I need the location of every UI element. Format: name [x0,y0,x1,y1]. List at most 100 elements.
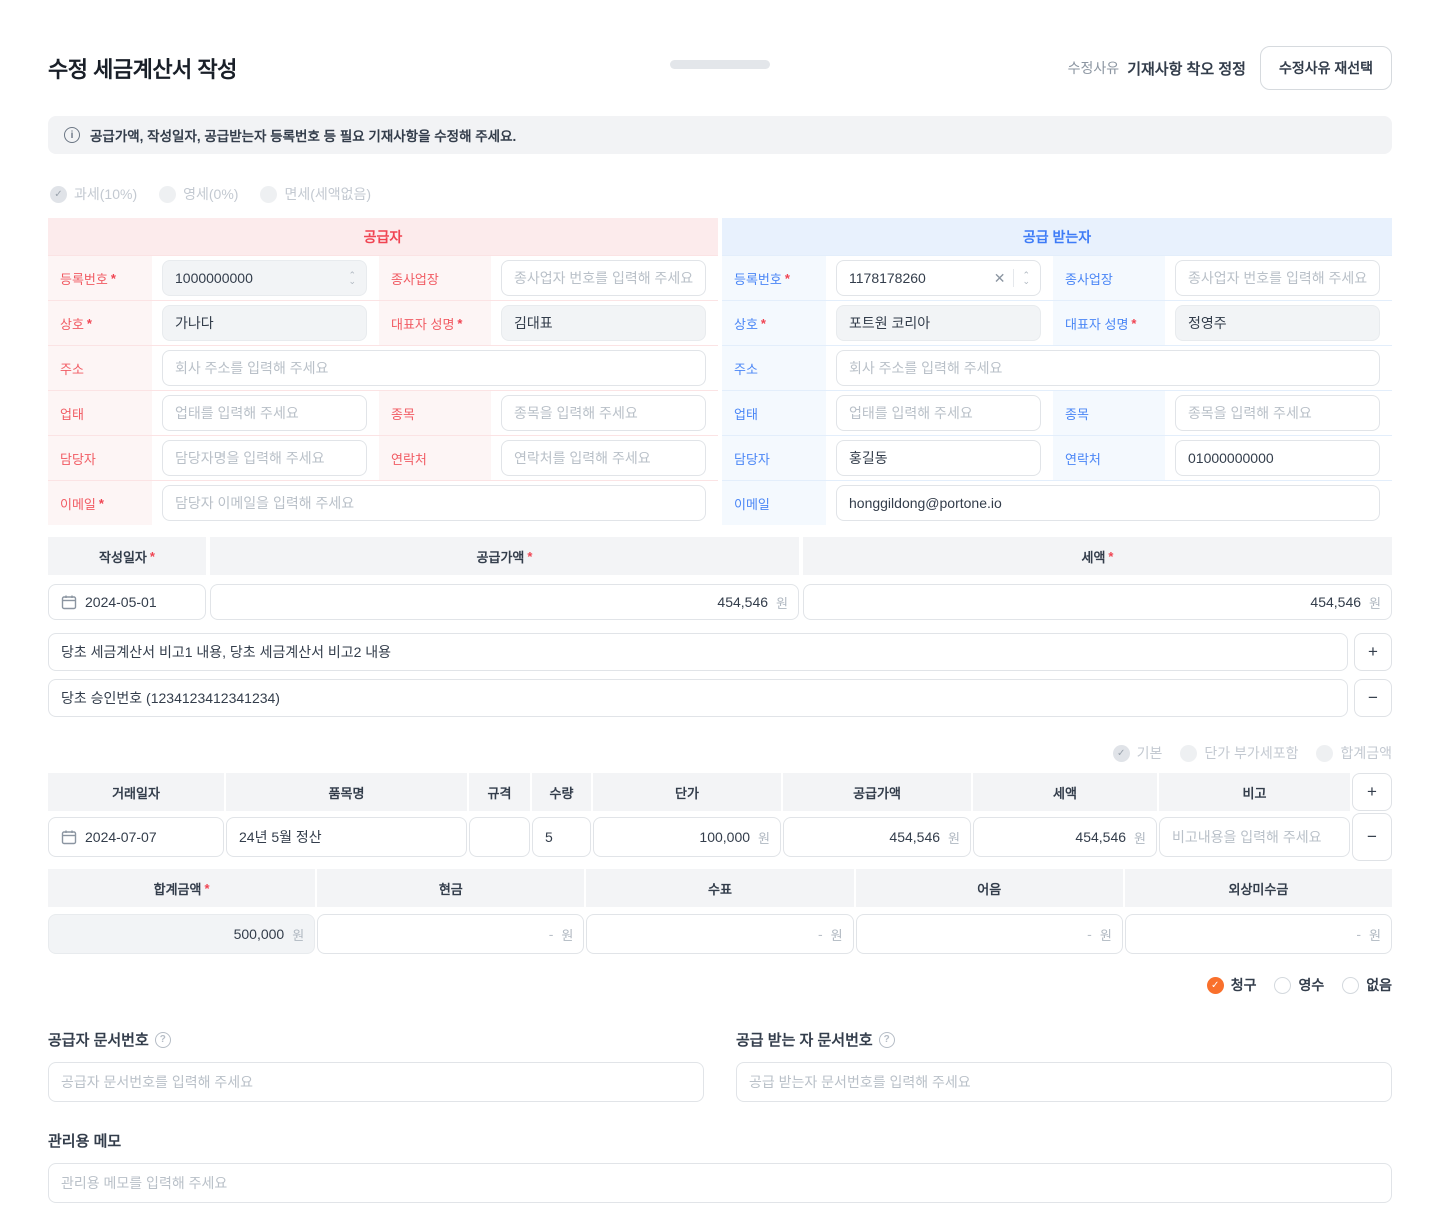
radio-unit-price-vat-included[interactable]: 단가 부가세포함 [1180,743,1298,763]
document-number-section: 공급자 문서번호 ? 공급 받는 자 문서번호 ? [48,1029,1392,1102]
item-date-picker[interactable]: 2024-07-07 [48,817,224,857]
item-unit-price-header: 단가 [593,773,781,811]
recipient-manager-input[interactable] [836,440,1041,476]
supplier-email-input[interactable] [162,485,706,521]
unit-mode-radio-group: ✓ 기본 단가 부가세포함 합계금액 [48,743,1392,763]
radio-unchecked-icon [159,186,176,203]
recipient-doc-number-input[interactable] [736,1062,1392,1102]
supplier-row-biztype: 업태 종목 [48,390,718,435]
recipient-ceo-input[interactable] [1175,305,1380,341]
won-suffix: 원 [292,925,304,944]
radio-checked-icon: ✓ [1113,745,1130,762]
supplier-panel-title: 공급자 [48,218,718,255]
item-spec-input[interactable] [469,817,530,857]
radio-label: 청구 [1231,975,1257,995]
calendar-icon [61,594,77,610]
recipient-row-biztype: 업태 종목 [722,390,1392,435]
required-mark: * [204,881,209,896]
add-remark-button[interactable]: + [1354,633,1392,671]
credit-input[interactable]: - 원 [1125,914,1392,954]
reselect-reason-button[interactable]: 수정사유 재선택 [1260,46,1392,90]
supplier-doc-number-input[interactable] [48,1062,704,1102]
drag-handle[interactable] [670,60,770,69]
supplier-phone-input[interactable] [501,440,706,476]
recipient-doc-label: 공급 받는 자 문서번호 ? [736,1029,1392,1050]
item-qty-input[interactable] [532,817,591,857]
radio-zero-rate[interactable]: 영세(0%) [159,184,238,204]
radio-invoice-claim[interactable]: ✓ 청구 [1207,975,1257,995]
radio-label: 단가 부가세포함 [1204,743,1298,763]
remark-input-1[interactable] [48,633,1348,671]
recipient-name-label: 상호* [722,301,826,345]
supplier-name-input[interactable] [162,305,367,341]
supplier-doc-label: 공급자 문서번호 ? [48,1029,704,1050]
supplier-address-input[interactable] [162,350,706,386]
recipient-bizclass-input[interactable] [1175,395,1380,431]
recipient-reg-label: 등록번호* [722,256,826,300]
item-name-header: 품목명 [226,773,467,811]
item-tax-input[interactable]: 454,546 원 [973,817,1157,857]
recipient-ceo-label: 대표자 성명* [1053,301,1165,345]
item-note-input[interactable] [1159,817,1350,857]
supplier-row-address: 주소 [48,345,718,390]
add-item-button[interactable]: + [1352,773,1392,811]
supplier-bizclass-input[interactable] [501,395,706,431]
supplier-name-label: 상호* [48,301,152,345]
radio-none[interactable]: 없음 [1342,975,1392,995]
recipient-address-input[interactable] [836,350,1380,386]
recipient-biztype-input[interactable] [836,395,1041,431]
radio-receipt[interactable]: 영수 [1274,975,1324,995]
cash-input[interactable]: - 원 [317,914,584,954]
recipient-panel: 공급 받는자 등록번호* 1178178260 ✕ ⌃⌄ 종사업장 [722,218,1392,525]
stepper-icon[interactable]: ⌃⌄ [348,272,356,284]
remove-item-button[interactable]: − [1352,813,1392,861]
item-tax-header: 세액 [973,773,1157,811]
remove-remark-button[interactable]: − [1354,679,1392,717]
recipient-email-input[interactable] [836,485,1380,521]
remark-row-1: + [48,633,1392,671]
cash-header: 현금 [317,869,584,907]
total-amount-input[interactable]: 500,000 원 [48,914,315,954]
item-name-input[interactable] [226,817,467,857]
supplier-branch-input[interactable] [501,260,706,296]
supplier-reg-number-input[interactable]: 1000000000 ⌃⌄ [162,260,367,296]
write-date-picker[interactable]: 2024-05-01 [48,584,206,620]
supplier-ceo-label: 대표자 성명* [379,301,491,345]
radio-label: 합계금액 [1340,743,1392,763]
radio-label: 없음 [1366,975,1392,995]
check-input[interactable]: - 원 [586,914,853,954]
supplier-row-name: 상호* 대표자 성명* [48,300,718,345]
tax-amount-input[interactable]: 454,546 원 [803,584,1392,620]
radio-basic[interactable]: ✓ 기본 [1113,743,1163,763]
page-title: 수정 세금계산서 작성 [48,52,237,84]
supplier-branch-label: 종사업장 [379,256,491,300]
required-mark: * [111,271,116,286]
radio-taxable[interactable]: ✓ 과세(10%) [50,184,137,204]
required-mark: * [527,549,532,564]
required-mark: * [87,316,92,331]
radio-tax-exempt[interactable]: 면세(세액없음) [260,184,371,204]
radio-total-amount[interactable]: 합계금액 [1316,743,1392,763]
recipient-phone-input[interactable] [1175,440,1380,476]
clear-icon[interactable]: ✕ [994,270,1006,287]
recipient-reg-number-input[interactable]: 1178178260 ✕ ⌃⌄ [836,260,1041,296]
item-supply-input[interactable]: 454,546 원 [783,817,971,857]
remark-input-2[interactable] [48,679,1348,717]
supplier-manager-input[interactable] [162,440,367,476]
supplier-ceo-input[interactable] [501,305,706,341]
payment-purpose-radio-group: ✓ 청구 영수 없음 [48,975,1392,995]
question-icon[interactable]: ? [155,1032,171,1048]
recipient-row-name: 상호* 대표자 성명* [722,300,1392,345]
supplier-biztype-input[interactable] [162,395,367,431]
memo-input[interactable] [48,1163,1392,1203]
recipient-branch-input[interactable] [1175,260,1380,296]
recipient-name-input[interactable] [836,305,1041,341]
supply-amount-input[interactable]: 454,546 원 [210,584,799,620]
stepper-icon[interactable]: ⌃⌄ [1022,272,1030,284]
promissory-note-input[interactable]: - 원 [856,914,1123,954]
write-date-header: 작성일자* [48,537,206,575]
required-mark: * [1108,549,1113,564]
item-unit-price-input[interactable]: 100,000 원 [593,817,781,857]
question-icon[interactable]: ? [879,1032,895,1048]
supplier-row-reg: 등록번호* 1000000000 ⌃⌄ 종사업장 [48,255,718,300]
